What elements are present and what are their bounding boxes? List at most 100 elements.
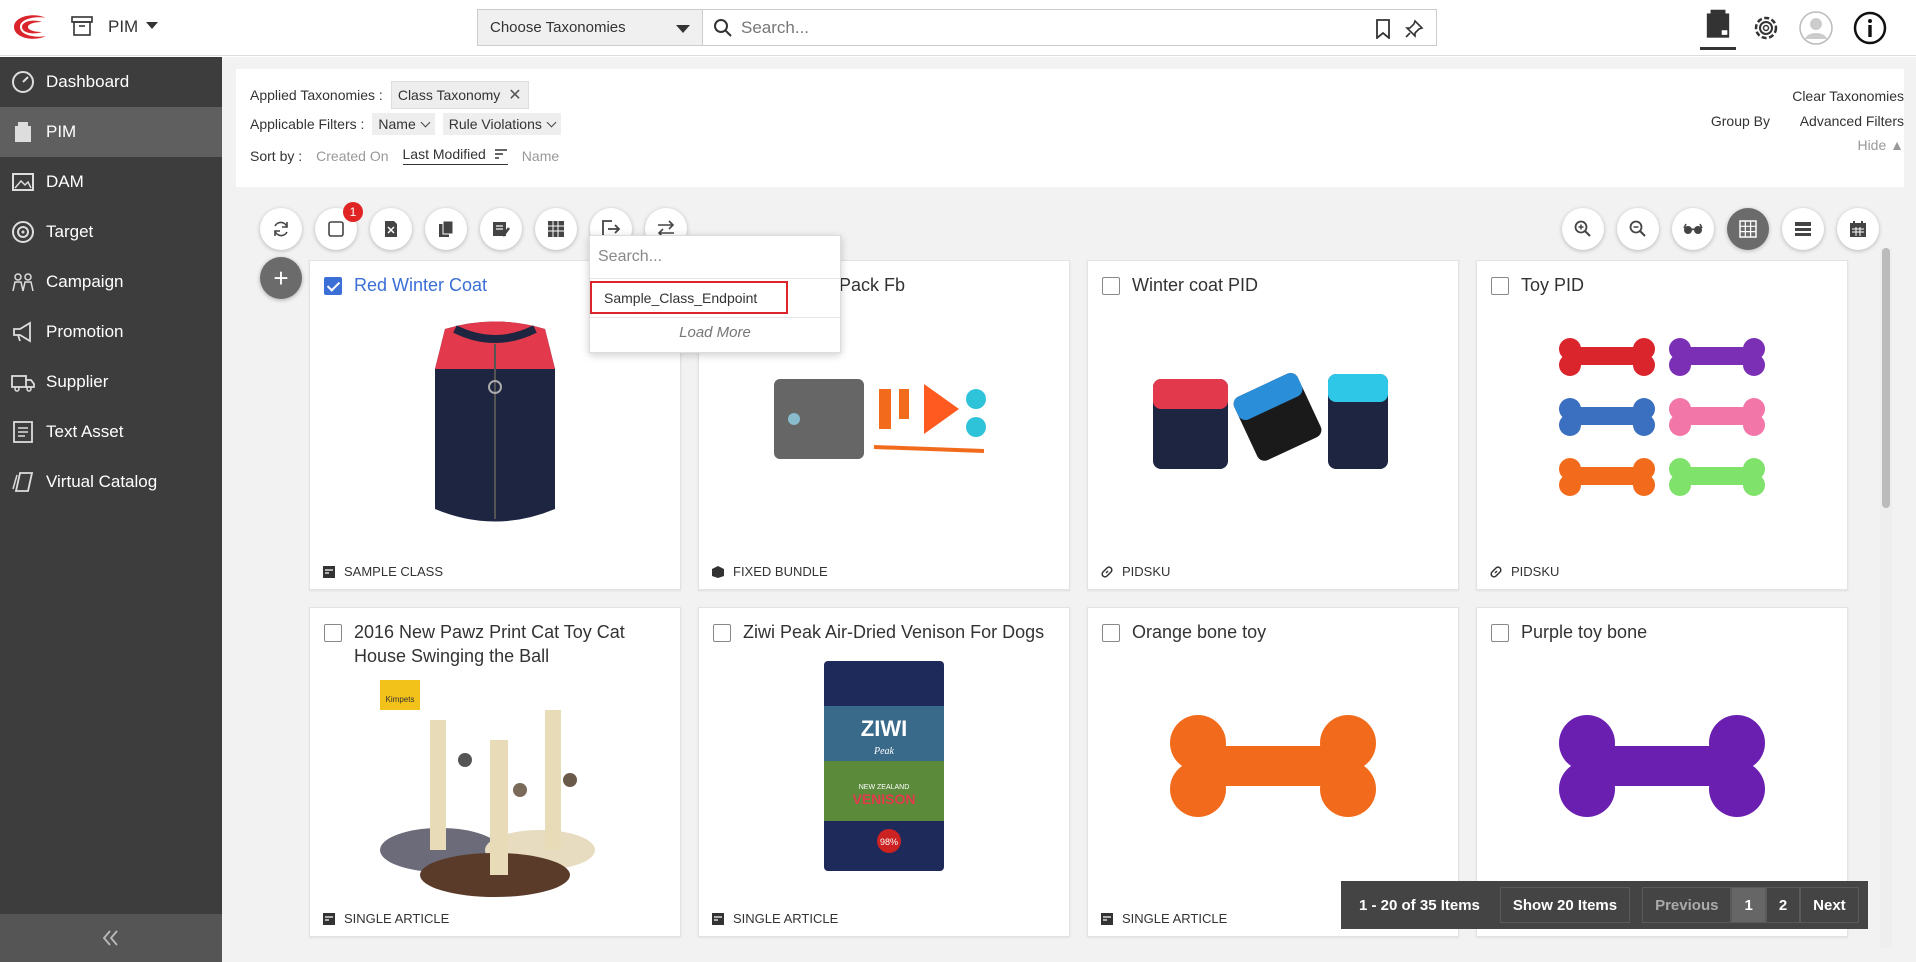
remove-chip-icon[interactable]: ✕: [508, 85, 521, 105]
product-image: ZIWI Peak NEW ZEALAND VENISON 98%: [719, 656, 1049, 876]
endpoint-option[interactable]: Sample_Class_Endpoint: [590, 281, 788, 314]
product-box-icon[interactable]: [1700, 6, 1736, 50]
card-checkbox[interactable]: [713, 624, 731, 642]
card-checkbox[interactable]: [1491, 624, 1509, 642]
sidebar-item-pim[interactable]: PIM: [0, 107, 222, 157]
sort-label: Sort by :: [250, 147, 303, 164]
applicable-filters-row: Applicable Filters : Name Rule Violation…: [250, 113, 561, 135]
app-switcher-label[interactable]: PIM: [108, 17, 138, 37]
sidebar-item-text-asset[interactable]: Text Asset: [0, 407, 222, 457]
caret-down-icon[interactable]: [146, 22, 158, 29]
red-winter-coat-image: [435, 321, 555, 522]
venison-label-text: VENISON: [852, 791, 915, 807]
list-view-button[interactable]: [1782, 208, 1824, 250]
sidebar-item-promotion[interactable]: Promotion: [0, 307, 222, 357]
truck-icon: [11, 375, 35, 392]
chevron-down-icon: [420, 117, 431, 127]
megaphone-icon: [13, 321, 31, 343]
calendar-view-button[interactable]: [1837, 208, 1879, 250]
brand-logo-icon[interactable]: [8, 10, 52, 44]
scrollbar-thumb[interactable]: [1882, 248, 1890, 508]
card-title[interactable]: Purple toy bone: [1521, 620, 1837, 644]
sidebar-item-dam[interactable]: DAM: [0, 157, 222, 207]
card-title[interactable]: 2016 New Pawz Print Cat Toy Cat House Sw…: [354, 620, 670, 668]
glasses-icon: [1683, 223, 1703, 234]
card-type-label: SINGLE ARTICLE: [733, 911, 839, 926]
sort-created-on[interactable]: Created On: [316, 148, 388, 164]
page-1-button[interactable]: 1: [1731, 887, 1766, 923]
toy-bones-image: [1559, 338, 1765, 496]
pin-icon[interactable]: [1404, 19, 1424, 39]
card-checkbox[interactable]: [1491, 277, 1509, 295]
sidebar-item-campaign[interactable]: Campaign: [0, 257, 222, 307]
filter-name-dropdown[interactable]: Name: [372, 113, 435, 135]
dashboard-icon: [12, 71, 34, 93]
group-by-link[interactable]: Group By: [1711, 113, 1770, 129]
product-card[interactable]: 2016 New Pawz Print Cat Toy Cat House Sw…: [309, 607, 681, 937]
select-all-button[interactable]: 1: [315, 202, 363, 250]
card-title[interactable]: Winter coat PID: [1132, 273, 1448, 297]
card-title[interactable]: Ziwi Peak Air-Dried Venison For Dogs: [743, 620, 1059, 644]
gear-icon[interactable]: [1748, 10, 1784, 46]
next-page-button[interactable]: Next: [1800, 887, 1859, 923]
card-checkbox[interactable]: [1102, 624, 1120, 642]
card-title[interactable]: Toy PID: [1521, 273, 1837, 297]
endpoint-search-input[interactable]: [598, 244, 834, 270]
product-card[interactable]: Winter coat PID PIDSKU: [1087, 260, 1459, 590]
taxonomy-select[interactable]: Choose Taxonomies: [477, 9, 702, 46]
edit-button[interactable]: [480, 208, 522, 250]
sidebar-item-supplier[interactable]: Supplier: [0, 357, 222, 407]
sort-last-modified[interactable]: Last Modified: [402, 146, 508, 165]
card-type-label: SINGLE ARTICLE: [1122, 911, 1228, 926]
calendar-icon: [1850, 221, 1866, 237]
advanced-filters-link[interactable]: Advanced Filters: [1800, 113, 1904, 129]
global-search: [702, 9, 1437, 46]
bookmark-icon[interactable]: [1375, 19, 1391, 39]
copy-button[interactable]: [425, 208, 467, 250]
grid-view-button[interactable]: [1727, 208, 1769, 250]
collapse-sidebar-button[interactable]: [0, 914, 222, 962]
sidebar-item-label: PIM: [46, 122, 77, 141]
card-type-label: FIXED BUNDLE: [733, 564, 828, 579]
card-checkbox[interactable]: [1102, 277, 1120, 295]
card-type: SINGLE ARTICLE: [711, 911, 838, 926]
zoom-in-button[interactable]: [1562, 208, 1604, 250]
sidebar-item-virtual-catalog[interactable]: Virtual Catalog: [0, 457, 222, 507]
edit-icon: [493, 222, 510, 237]
delete-button[interactable]: [370, 208, 412, 250]
search-input[interactable]: [741, 16, 1341, 40]
sidebar-item-dashboard[interactable]: Dashboard: [0, 57, 222, 107]
refresh-button[interactable]: [260, 208, 302, 250]
filter-rule-label: Rule Violations: [448, 116, 542, 132]
grid-edit-button[interactable]: [535, 208, 577, 250]
zoom-out-button[interactable]: [1617, 208, 1659, 250]
previous-page-button[interactable]: Previous: [1642, 887, 1732, 923]
add-product-button[interactable]: +: [260, 257, 302, 299]
applicable-filters-label: Applicable Filters :: [250, 116, 365, 132]
winter-coats-image: [1153, 373, 1388, 469]
page-2-button[interactable]: 2: [1765, 887, 1801, 923]
card-checkbox[interactable]: [324, 624, 342, 642]
product-card[interactable]: Ziwi Peak Air-Dried Venison For Dogs ZIW…: [698, 607, 1070, 937]
content-scrollbar[interactable]: [1880, 248, 1892, 948]
card-title[interactable]: Pack Fb: [839, 273, 1059, 297]
user-avatar-icon[interactable]: [1798, 10, 1834, 46]
card-title[interactable]: Orange bone toy: [1132, 620, 1448, 644]
preview-button[interactable]: [1672, 208, 1714, 250]
list-view-icon: [1795, 222, 1811, 236]
product-card[interactable]: Toy PID PIDSKU: [1476, 260, 1848, 590]
page-size-button[interactable]: Show 20 Items: [1499, 887, 1631, 923]
load-more-link[interactable]: Load More: [590, 324, 840, 341]
hide-filters-toggle[interactable]: Hide ▲: [1857, 137, 1904, 153]
sort-name[interactable]: Name: [522, 148, 559, 164]
card-checkbox[interactable]: [324, 277, 342, 295]
sidebar-item-label: Text Asset: [46, 422, 124, 441]
info-icon[interactable]: [1852, 10, 1888, 46]
sidebar-item-label: Promotion: [46, 322, 124, 341]
product-image: [1497, 656, 1827, 876]
clear-taxonomies-link[interactable]: Clear Taxonomies: [1792, 88, 1904, 104]
sidebar-item-target[interactable]: Target: [0, 207, 222, 257]
card-type: PIDSKU: [1100, 564, 1170, 579]
filter-rule-violations-dropdown[interactable]: Rule Violations: [442, 113, 561, 135]
campaign-icon: [12, 273, 34, 292]
